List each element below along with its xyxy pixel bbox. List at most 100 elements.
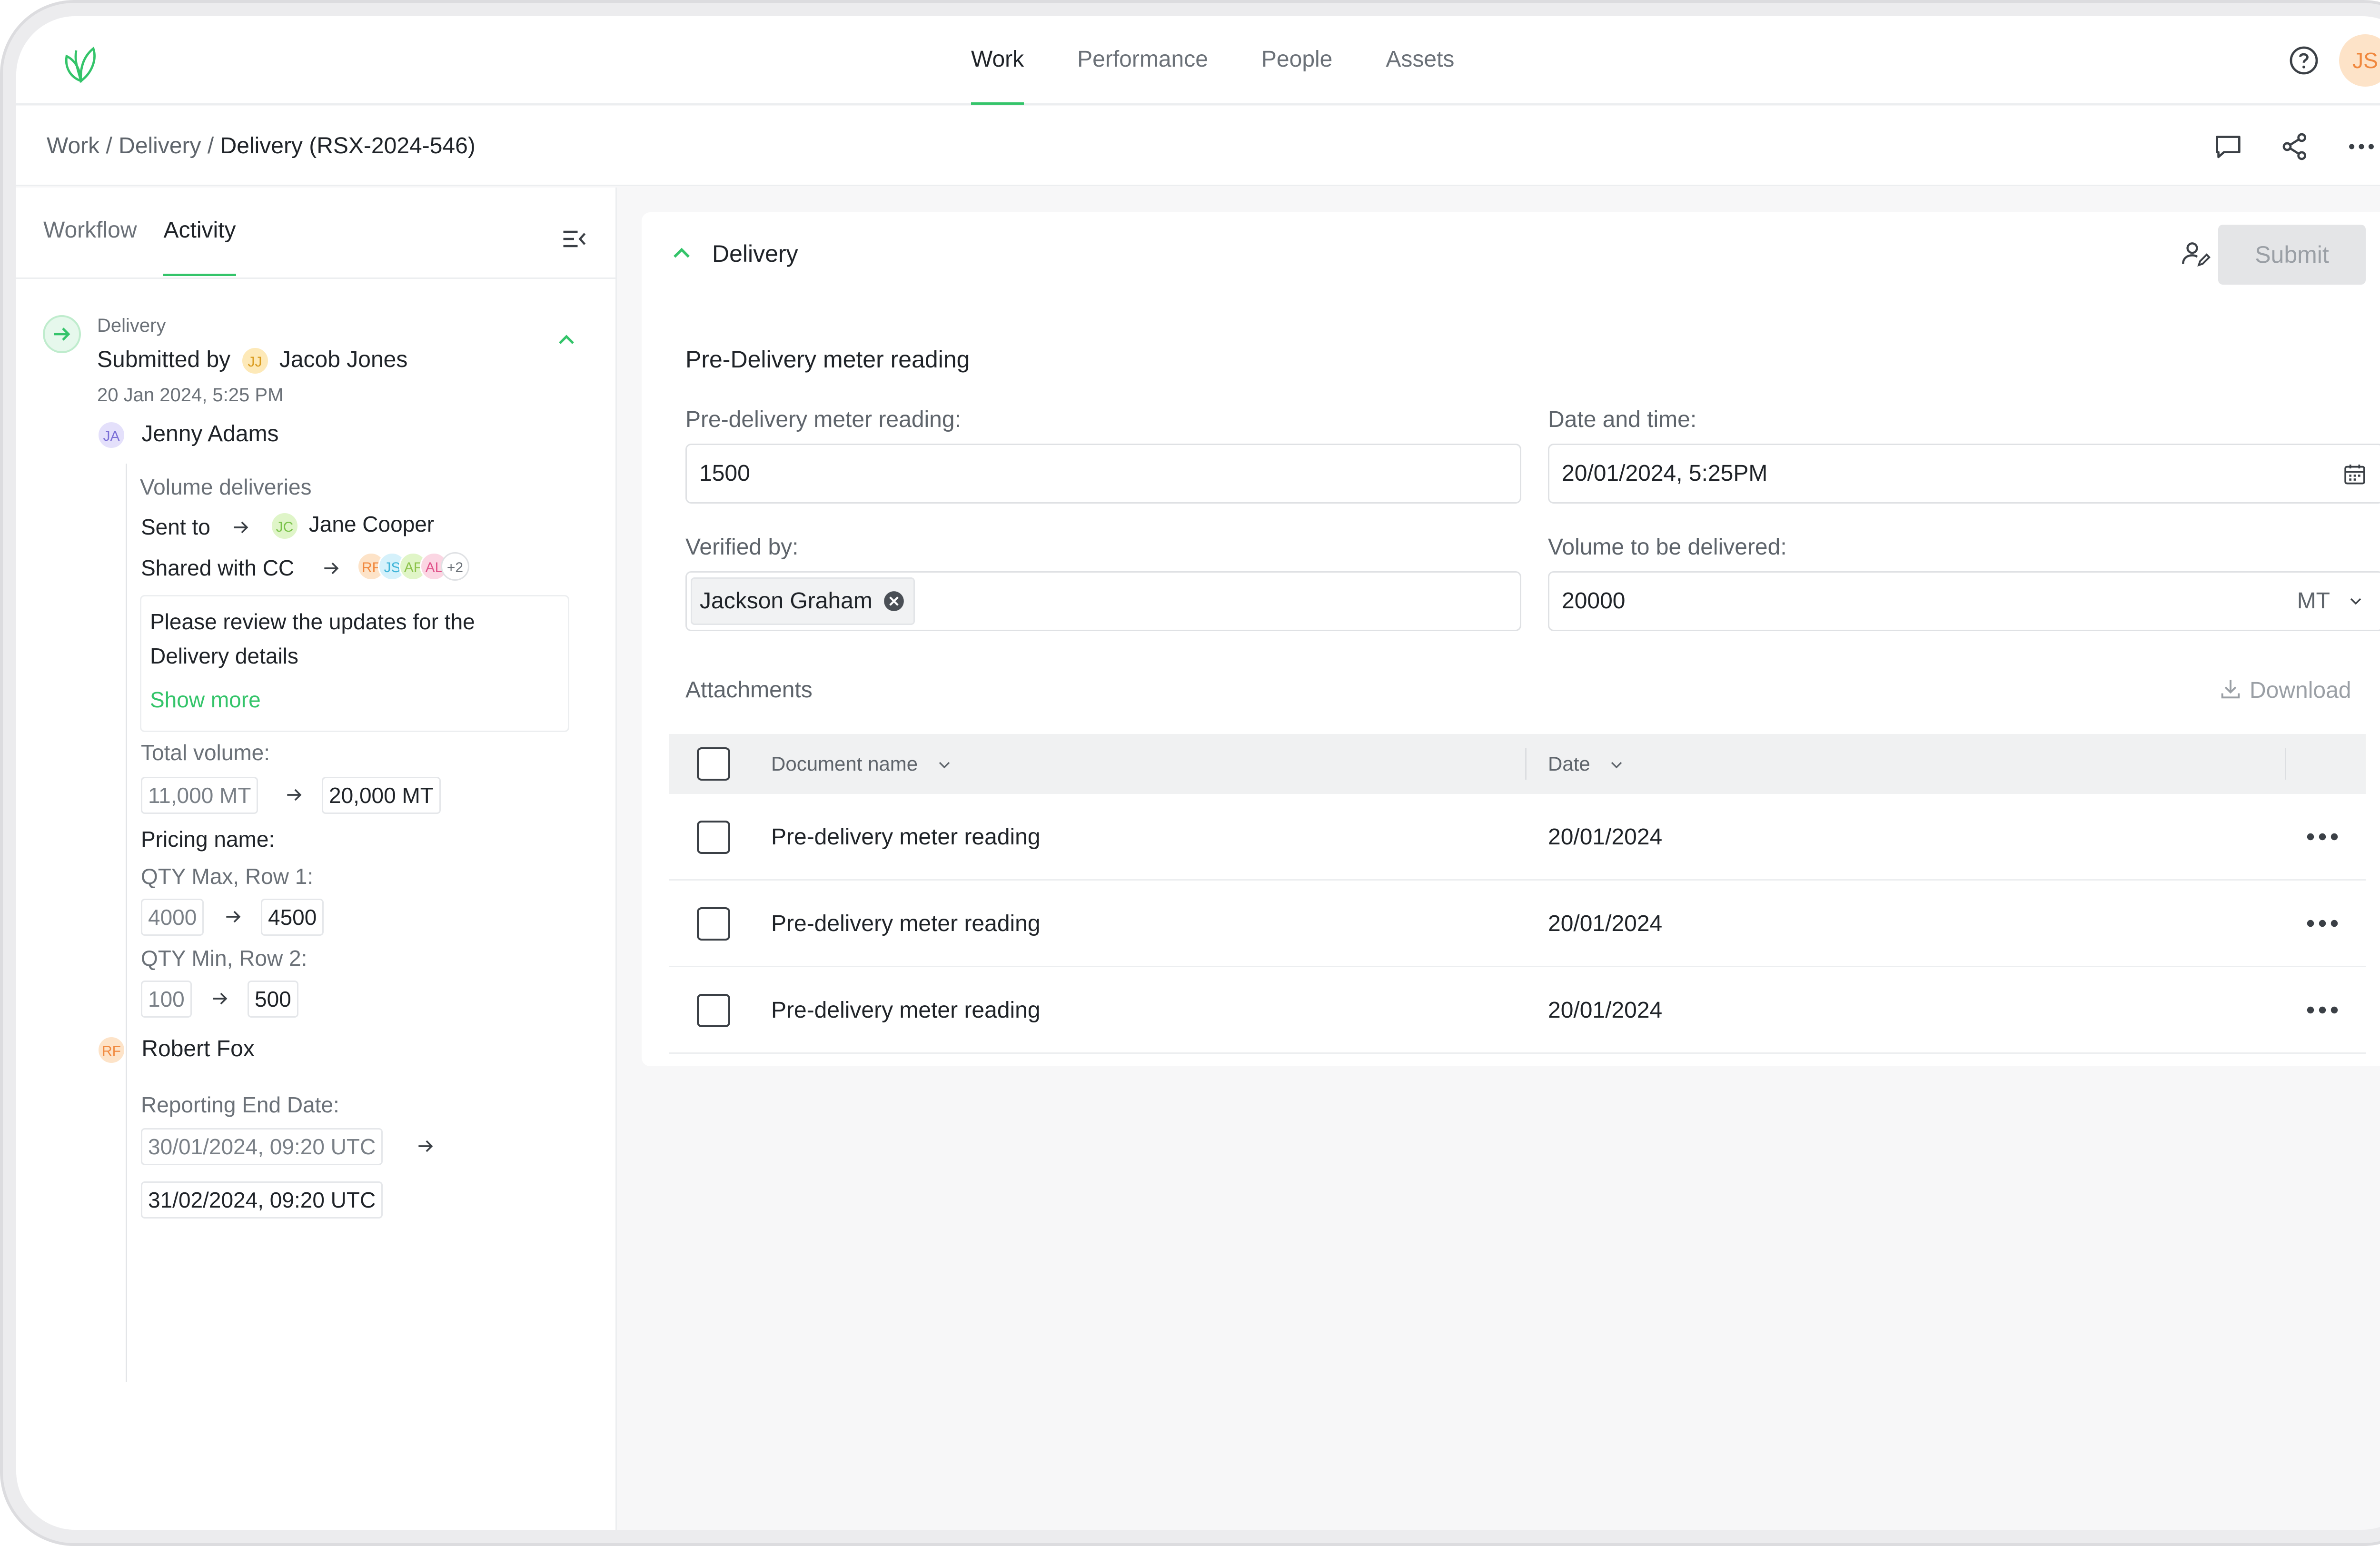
nav-tab-performance[interactable]: Performance — [1077, 16, 1208, 105]
recipient-name: Jane Cooper — [308, 512, 435, 536]
calendar-icon[interactable] — [2341, 461, 2368, 488]
date-time-value: 20/01/2024, 5:25PM — [1562, 461, 1768, 486]
qty-min-label: QTY Min, Row 2: — [141, 946, 307, 971]
document-date: 20/01/2024 — [1548, 911, 1663, 936]
verifier-name: Jackson Graham — [700, 588, 873, 614]
chevron-down-icon[interactable] — [2346, 592, 2365, 611]
remove-tag-icon[interactable] — [882, 589, 906, 613]
user-avatar[interactable]: JS — [2339, 34, 2380, 87]
breadcrumb-separator: / — [106, 133, 112, 159]
row-checkbox[interactable] — [697, 907, 730, 941]
breadcrumb-bar: Work / Delivery / Delivery (RSX-2024-546… — [16, 106, 2380, 186]
document-date: 20/01/2024 — [1548, 998, 1663, 1023]
row-more-icon[interactable] — [2306, 827, 2339, 846]
volume-value: 20000 — [1562, 588, 1626, 614]
leaf-logo-icon[interactable] — [57, 39, 105, 87]
collapse-panel-icon[interactable] — [560, 225, 588, 253]
nav-tab-work[interactable]: Work — [971, 16, 1024, 105]
row-more-icon[interactable] — [2306, 1001, 2339, 1020]
row-more-icon[interactable] — [2306, 914, 2339, 933]
download-label: Download — [2250, 678, 2351, 703]
date-time-label: Date and time: — [1548, 407, 1697, 432]
top-navigation: Work Performance People Assets JS — [16, 16, 2380, 105]
avatar: JA — [97, 421, 126, 450]
activity-panel: Workflow Activity Delivery Submitted by … — [16, 188, 617, 1530]
new-value-chip: 4500 — [261, 899, 324, 936]
arrow-right-circle-icon — [43, 315, 81, 353]
old-value-chip: 11,000 MT — [141, 777, 258, 814]
panel-divider — [16, 277, 615, 279]
verified-by-input[interactable]: Jackson Graham — [685, 571, 1521, 631]
volume-label: Volume to be delivered: — [1548, 535, 1787, 560]
section-title: Pre-Delivery meter reading — [685, 346, 970, 373]
breadcrumb-delivery[interactable]: Delivery — [119, 133, 201, 159]
help-icon[interactable] — [2287, 43, 2321, 78]
meter-reading-input[interactable]: 1500 — [685, 444, 1521, 504]
breadcrumb-work[interactable]: Work — [47, 133, 99, 159]
new-value-chip: 20,000 MT — [322, 777, 441, 814]
old-value-chip: 4000 — [141, 899, 204, 936]
activity-entry-user: RF Robert Fox — [97, 1036, 255, 1065]
column-date[interactable]: Date — [1548, 734, 1626, 794]
document-name: Pre-delivery meter reading — [771, 824, 1041, 850]
nav-tab-people[interactable]: People — [1261, 16, 1332, 105]
tab-workflow[interactable]: Workflow — [43, 188, 137, 276]
breadcrumb: Work / Delivery / Delivery (RSX-2024-546… — [47, 106, 476, 186]
section-title: Volume deliveries — [140, 475, 312, 499]
avatar: RF — [97, 1036, 126, 1065]
user-name: Jenny Adams — [141, 421, 279, 446]
submitted-by-label: Submitted by — [97, 347, 231, 372]
meter-reading-label: Pre-delivery meter reading: — [685, 407, 961, 432]
arrow-right-icon — [324, 562, 339, 575]
panel-tabs: Workflow Activity — [43, 188, 236, 276]
arrow-right-icon — [226, 911, 241, 923]
submit-button[interactable]: Submit — [2218, 225, 2366, 285]
breadcrumb-current: Delivery (RSX-2024-546) — [220, 133, 476, 159]
select-all-checkbox[interactable] — [697, 747, 730, 781]
table-header: Document name Date — [669, 734, 2366, 794]
recipient: JC Jane Cooper — [270, 511, 434, 540]
verifier-tag: Jackson Graham — [691, 577, 915, 625]
column-divider — [2285, 748, 2286, 780]
show-more-link[interactable]: Show more — [150, 687, 261, 713]
message-line-1: Please review the updates for the — [150, 609, 475, 634]
submitter-name: Jacob Jones — [279, 347, 408, 372]
row-checkbox[interactable] — [697, 821, 730, 854]
delivery-card: Delivery Submit Pre-Delivery meter readi… — [642, 212, 2380, 1066]
assign-user-icon[interactable] — [2179, 239, 2211, 270]
tab-activity[interactable]: Activity — [163, 188, 236, 276]
row-checkbox[interactable] — [697, 994, 730, 1027]
comment-icon[interactable] — [2211, 130, 2245, 163]
document-date: 20/01/2024 — [1548, 824, 1663, 850]
column-label: Date — [1548, 753, 1590, 775]
date-time-input[interactable]: 20/01/2024, 5:25PM — [1548, 444, 2380, 504]
qty-max-label: QTY Max, Row 1: — [141, 864, 314, 889]
download-button[interactable]: Download — [2218, 677, 2351, 704]
old-value-chip: 30/01/2024, 09:20 UTC — [141, 1128, 383, 1165]
message-line-2: Delivery details — [150, 644, 298, 668]
header-actions — [2211, 130, 2378, 163]
thread-line — [126, 1082, 127, 1382]
arrow-right-icon — [234, 521, 248, 534]
reporting-end-label: Reporting End Date: — [141, 1092, 339, 1117]
unit-select[interactable]: MT — [2297, 573, 2330, 630]
nav-tab-assets[interactable]: Assets — [1386, 16, 1454, 105]
activity-entry-user: JA Jenny Adams — [97, 421, 279, 450]
column-label: Document name — [771, 753, 918, 775]
share-icon[interactable] — [2278, 130, 2311, 163]
chevron-up-icon[interactable] — [667, 239, 696, 268]
table-row[interactable]: Pre-delivery meter reading 20/01/2024 — [669, 794, 2366, 881]
arrow-right-icon — [418, 1140, 433, 1152]
table-row[interactable]: Pre-delivery meter reading 20/01/2024 — [669, 967, 2366, 1054]
avatar: JJ — [240, 347, 269, 376]
document-name: Pre-delivery meter reading — [771, 998, 1041, 1023]
column-document-name[interactable]: Document name — [771, 734, 954, 794]
new-value-chip: 500 — [248, 981, 298, 1018]
volume-input[interactable]: 20000 MT — [1548, 571, 2380, 631]
table-row[interactable]: Pre-delivery meter reading 20/01/2024 — [669, 881, 2366, 967]
avatar: JC — [270, 511, 299, 540]
chevron-up-icon[interactable] — [553, 327, 580, 353]
more-options-icon[interactable] — [2345, 130, 2378, 163]
user-name: Robert Fox — [141, 1036, 255, 1061]
cc-more-badge[interactable]: +2 — [441, 552, 469, 581]
